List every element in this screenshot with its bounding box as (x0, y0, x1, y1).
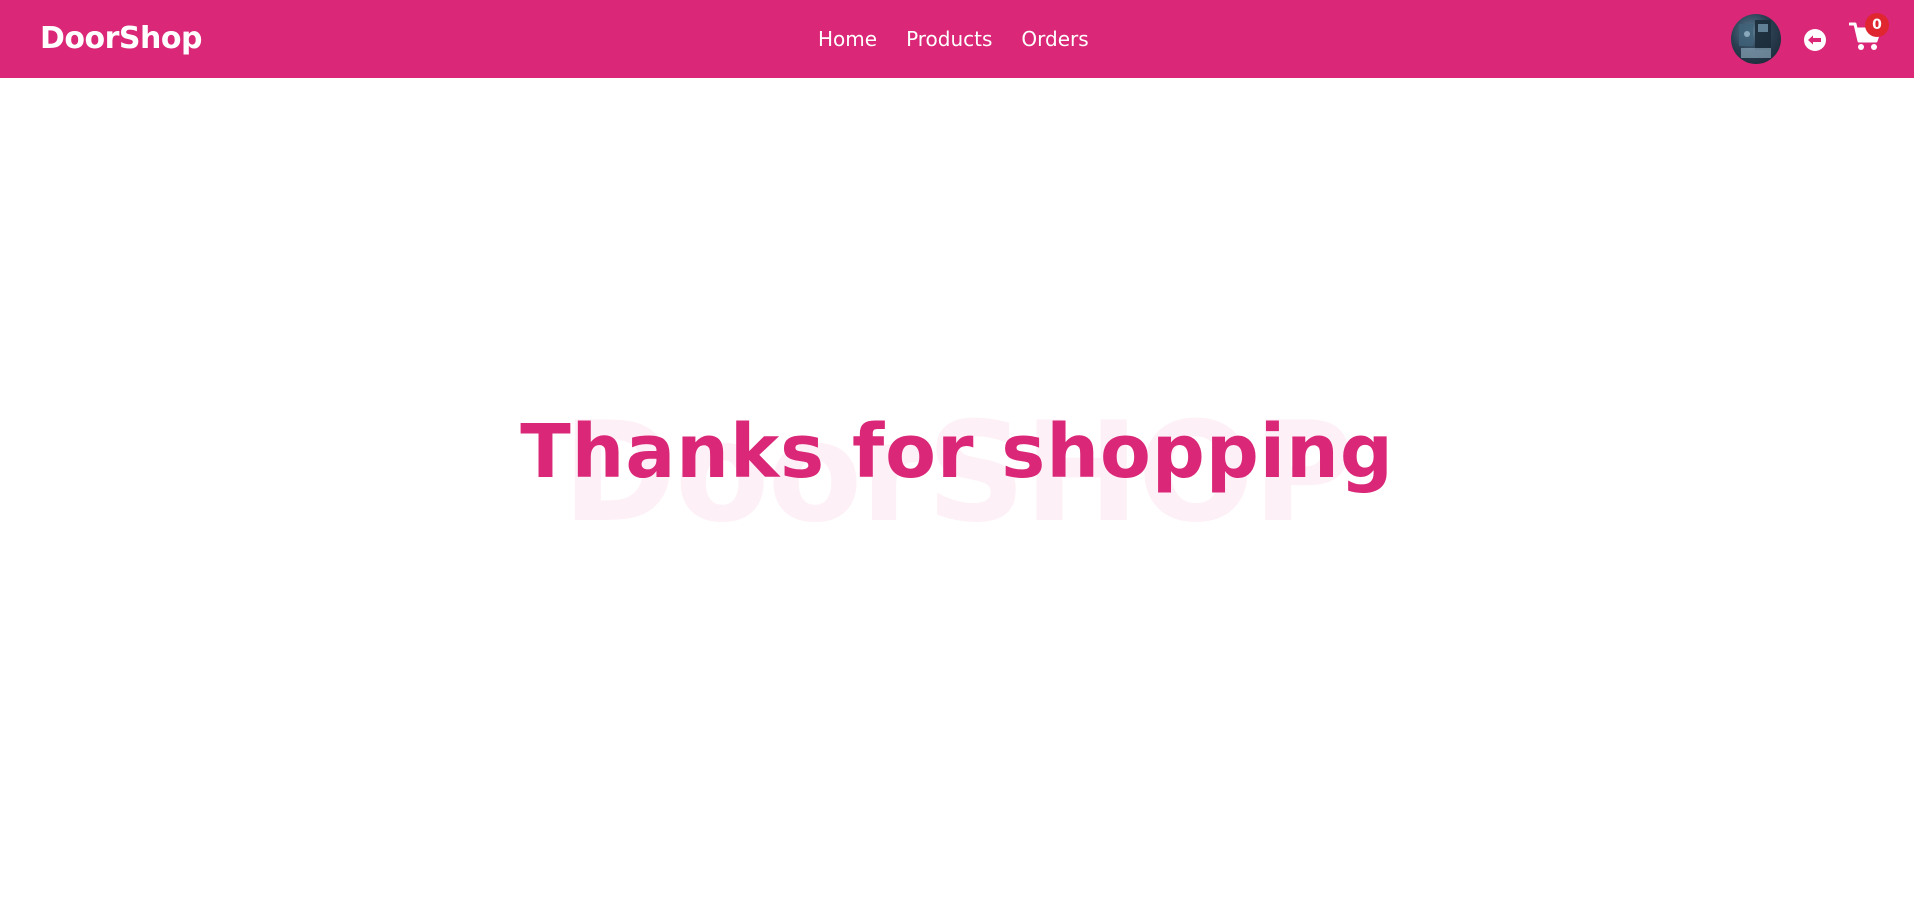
logout-icon[interactable] (1802, 27, 1828, 53)
nav-link-products[interactable]: Products (906, 26, 992, 52)
cart-count-badge: 0 (1865, 13, 1889, 37)
top-navbar: DoorShop Home Products Orders 0 (0, 0, 1914, 78)
nav-link-home[interactable]: Home (818, 26, 877, 52)
avatar-image (1739, 20, 1771, 58)
brand-logo[interactable]: DoorShop (40, 19, 202, 59)
thanks-hero: DoorSHOP Thanks for shopping (0, 380, 1914, 550)
nav-link-orders[interactable]: Orders (1021, 26, 1088, 52)
nav-links: Home Products Orders (818, 26, 1118, 52)
thanks-headline: Thanks for shopping (520, 409, 1394, 495)
user-avatar[interactable] (1731, 14, 1781, 64)
